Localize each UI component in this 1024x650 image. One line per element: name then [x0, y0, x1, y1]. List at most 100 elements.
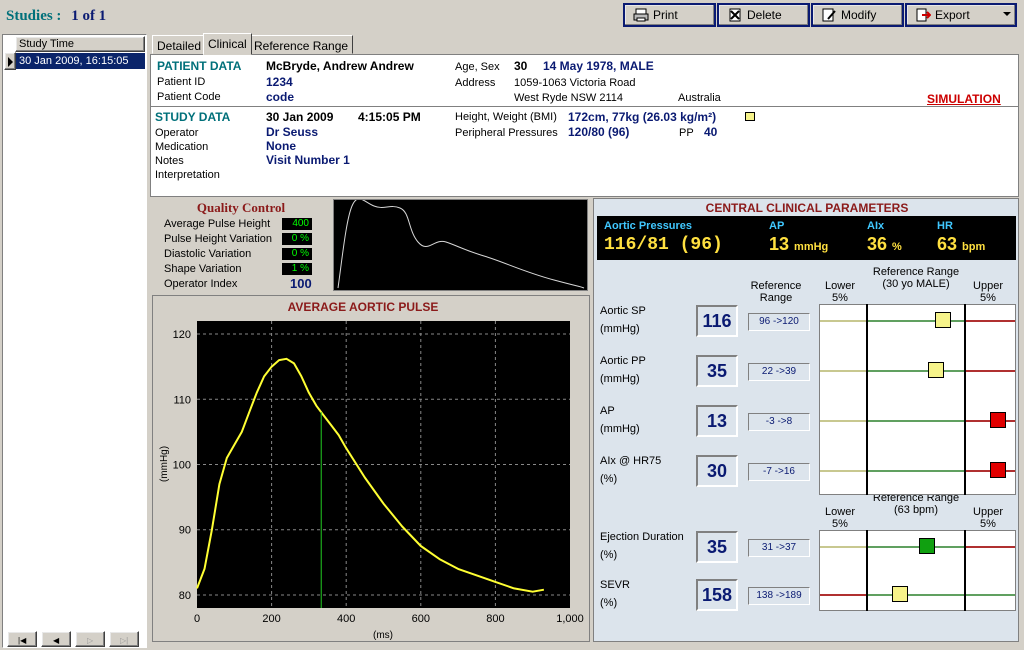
gauge-marker [990, 462, 1006, 478]
param-unit: (mmHg) [600, 323, 640, 335]
tab-clinical[interactable]: Clinical [203, 33, 252, 55]
simulation-badge: SIMULATION [927, 92, 1001, 106]
param-label: Aortic SP [600, 305, 646, 317]
central-title: CENTRAL CLINICAL PARAMETERS [705, 201, 909, 215]
gauge-lower-segment [820, 370, 866, 372]
param-unit: (%) [600, 473, 618, 485]
aortic-pulse-panel: AVERAGE AORTIC PULSE 0 200 400 600 800 1,000 8… [152, 295, 590, 642]
qc-label: Shape Variation [164, 263, 242, 275]
gauge-lower-segment [820, 320, 866, 322]
param-range: 31 ->37 [748, 539, 810, 557]
gauge-panel-1 [819, 304, 1016, 495]
param-range: 22 ->39 [748, 363, 810, 381]
gauge-marker [935, 312, 951, 328]
param-value: 35 [696, 531, 738, 563]
param-label: AIx @ HR75 [600, 455, 662, 467]
height-weight-label: Height, Weight (BMI) [455, 111, 557, 123]
gauge-normal-segment [866, 594, 964, 596]
aortic-pressures-label: Aortic Pressures [604, 220, 693, 232]
patient-study-panel: PATIENT DATA McBryde, Andrew Andrew Pati… [150, 54, 1019, 197]
hr-label: HR [937, 220, 953, 232]
studies-count: 1 of 1 [71, 8, 107, 24]
pulse-thumbnail [333, 198, 588, 291]
export-icon [915, 8, 932, 22]
patient-id: 1234 [266, 75, 293, 89]
gauge-lower-segment [820, 594, 866, 596]
aortic-pulse-chart: AVERAGE AORTIC PULSE 0 200 400 600 800 1,000 8… [159, 300, 584, 641]
qc-value: 0 % [282, 233, 312, 245]
param-value: 13 [696, 405, 738, 437]
aix-value: 36 % [867, 234, 902, 255]
y-tick-label: 80 [179, 590, 191, 602]
reference-range-header-1: Reference Range (30 yo MALE) [872, 266, 960, 290]
upper-header: Upper 5% [973, 280, 1003, 304]
address-label: Address [455, 77, 496, 89]
study-time: 4:15:05 PM [358, 110, 421, 124]
operator-index-label: Operator Index [164, 278, 238, 290]
pp-label: PP [679, 127, 694, 139]
study-section-title: STUDY DATA [155, 110, 231, 124]
modify-icon [821, 8, 837, 22]
study-row-selected[interactable]: 30 Jan 2009, 16:15:05 [16, 53, 145, 69]
bmi-status-swatch [745, 112, 755, 121]
param-label: AP [600, 405, 615, 417]
study-list-header[interactable]: Study Time [15, 36, 145, 52]
gauge-upper-segment [964, 320, 1015, 322]
gauge-lower-segment [820, 546, 866, 548]
gauge-panel-2 [819, 530, 1016, 611]
studies-counter: Studies : 1 of 1 [6, 8, 106, 25]
gauge-normal-segment [866, 546, 964, 548]
param-unit: (mmHg) [600, 423, 640, 435]
nav-first-button[interactable]: |◀ [7, 631, 37, 647]
x-tick-label: 800 [486, 613, 504, 625]
operator-index-value: 100 [290, 276, 312, 291]
tab-reference-range[interactable]: Reference Range [249, 35, 354, 54]
tab-detailed[interactable]: Detailed [152, 35, 207, 54]
y-tick-label: 120 [173, 329, 191, 341]
age-sex-label: Age, Sex [455, 61, 500, 73]
last-icon: ▷| [120, 636, 129, 645]
modify-button[interactable]: Modify [811, 3, 904, 27]
y-tick-label: 100 [173, 460, 191, 472]
studies-label: Studies : [6, 8, 62, 24]
next-icon: ▷ [87, 636, 94, 645]
qc-label: Average Pulse Height [164, 218, 271, 230]
param-value: 116 [696, 305, 738, 337]
gauge-marker [928, 362, 944, 378]
reference-range-header: Reference Range [750, 280, 802, 304]
gauge-lower-segment [820, 420, 866, 422]
central-summary: Aortic Pressures 116/81 (96) AP 13 mmHg … [597, 216, 1016, 260]
nav-next-button[interactable]: ▷ [75, 631, 105, 647]
print-button[interactable]: Print [623, 3, 716, 27]
medication: None [266, 139, 296, 153]
patient-code-label: Patient Code [157, 91, 221, 103]
nav-prev-button[interactable]: ◀ [41, 631, 71, 647]
upper-header: Upper 5% [973, 506, 1003, 530]
notes-label: Notes [155, 155, 184, 167]
ap-unit: mmHg [794, 241, 829, 253]
gauge-separator [866, 530, 868, 611]
panel-divider [151, 106, 1018, 107]
central-parameters-panel: CENTRAL CLINICAL PARAMETERS Aortic Press… [593, 198, 1019, 642]
address-line-1: 1059-1063 Victoria Road [514, 77, 636, 89]
quality-control-panel: Quality Control Average Pulse Height 400… [152, 198, 330, 292]
export-button[interactable]: Export [905, 3, 1017, 27]
x-axis-label: (ms) [373, 630, 393, 641]
study-list[interactable]: Study Time 30 Jan 2009, 16:15:05 |◀ ◀ ▷ … [2, 34, 147, 648]
row-indicator [4, 52, 16, 70]
aortic-pressures-value: 116/81 (96) [604, 235, 723, 255]
country: Australia [678, 92, 721, 104]
hr-unit: bpm [962, 241, 986, 253]
age: 30 [514, 59, 528, 73]
height-weight: 172cm, 77kg (26.03 kg/m²) [568, 110, 717, 124]
delete-button[interactable]: Delete [717, 3, 810, 27]
nav-last-button[interactable]: ▷| [109, 631, 139, 647]
x-tick-label: 1,000 [556, 613, 584, 625]
operator: Dr Seuss [266, 125, 319, 139]
pulse-thumbnail-trace [337, 198, 585, 289]
chevron-down-icon [1003, 12, 1011, 16]
gauge-marker [990, 412, 1006, 428]
param-label: Aortic PP [600, 355, 646, 367]
peripheral-pressures: 120/80 (96) [568, 125, 630, 139]
x-tick-label: 400 [337, 613, 355, 625]
